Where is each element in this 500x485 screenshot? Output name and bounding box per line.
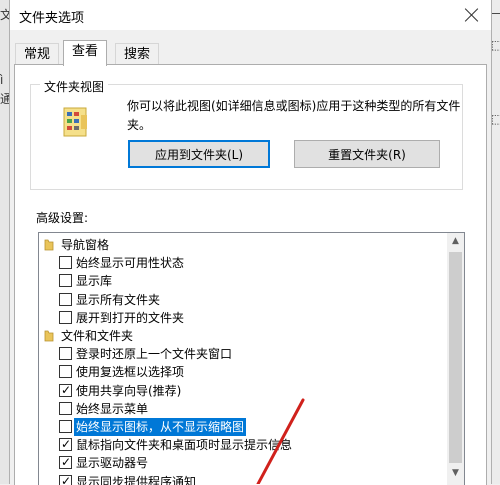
list-item-label[interactable]: 登录时还原上一个文件夹窗口: [74, 345, 234, 363]
list-category-label: 导航窗格: [61, 238, 110, 252]
close-icon[interactable]: [459, 2, 485, 28]
list-item[interactable]: 鼠标指向文件夹和桌面项时显示提示信息: [39, 435, 444, 454]
list-item[interactable]: 显示驱动器号: [39, 453, 444, 472]
list-item-label[interactable]: 始终显示图标，从不显示缩略图: [72, 417, 248, 437]
advanced-settings-label: 高级设置:: [36, 211, 89, 225]
checkbox[interactable]: [59, 453, 72, 471]
list-item-label[interactable]: 显示库: [74, 272, 114, 290]
apply-to-folders-button[interactable]: 应用到文件夹(L): [128, 140, 270, 168]
list-category-label: 文件和文件夹: [61, 329, 134, 343]
bg-char: —: [491, 6, 500, 20]
checkbox[interactable]: [59, 310, 72, 324]
advanced-settings-list[interactable]: 导航窗格始终显示可用性状态 显示库 显示所有文件夹 展开到打开的文件夹文件和文件夹登录…: [38, 232, 465, 485]
reset-folders-button[interactable]: 重置文件夹(R): [294, 140, 440, 168]
background-window-left: 文 ì 通: [0, 0, 12, 484]
scroll-up-icon[interactable]: ▲: [447, 233, 464, 250]
checkbox[interactable]: [59, 401, 72, 415]
list-item[interactable]: 始终显示图标，从不显示缩略图: [39, 417, 444, 437]
scroll-thumb[interactable]: [449, 252, 462, 463]
bg-char: ì: [0, 73, 4, 87]
list-item[interactable]: 登录时还原上一个文件夹窗口: [39, 345, 444, 363]
checkbox[interactable]: [59, 256, 72, 270]
checkbox[interactable]: [59, 274, 72, 288]
bg-char: ⬚: [491, 112, 500, 126]
scroll-down-icon[interactable]: ▼: [447, 465, 464, 482]
folder-view-description: 你可以将此视图(如详细信息或图标)应用于这种类型的所有文件夹。: [127, 99, 461, 132]
list-item[interactable]: 展开到打开的文件夹: [39, 309, 444, 327]
list-item-label[interactable]: 使用共享向导(推荐): [74, 382, 183, 400]
list-category: 文件和文件夹: [39, 327, 444, 345]
list-item-label[interactable]: 鼠标指向文件夹和桌面项时显示提示信息: [74, 436, 294, 454]
checkbox[interactable]: [59, 347, 72, 361]
list-item[interactable]: 显示库: [39, 272, 444, 290]
list-item-label[interactable]: 展开到打开的文件夹: [74, 309, 186, 327]
list-item-label[interactable]: 始终显示菜单: [74, 400, 150, 418]
list-category: 导航窗格: [39, 236, 444, 254]
checkbox[interactable]: [59, 435, 72, 453]
tab-view[interactable]: 查看: [63, 40, 108, 66]
checkbox[interactable]: [59, 420, 72, 433]
folder-icon: [44, 238, 54, 251]
checkbox[interactable]: [59, 365, 72, 379]
list-item-label[interactable]: 显示同步提供程序通知: [74, 473, 198, 485]
list-item[interactable]: 使用复选框以选择项: [39, 363, 444, 381]
tab-search[interactable]: 搜索: [115, 43, 160, 66]
list-item[interactable]: 显示所有文件夹: [39, 291, 444, 309]
list-item-label[interactable]: 始终显示可用性状态: [74, 254, 186, 272]
bg-char: ⬚: [491, 38, 500, 52]
checkbox[interactable]: [59, 292, 72, 306]
title-bar[interactable]: 文件夹选项: [10, 0, 491, 30]
vertical-scrollbar[interactable]: ▲ ▼: [447, 233, 464, 485]
checkbox[interactable]: [59, 472, 72, 485]
list-item[interactable]: 使用共享向导(推荐): [39, 381, 444, 400]
folder-icon: [44, 329, 54, 342]
list-item-label[interactable]: 显示所有文件夹: [74, 291, 162, 309]
folder-view-icon: [63, 107, 87, 137]
list-item[interactable]: 始终显示可用性状态: [39, 254, 444, 272]
folder-view-group-title: 文件夹视图: [40, 78, 109, 95]
list-item[interactable]: 始终显示菜单: [39, 400, 444, 418]
dialog-title: 文件夹选项: [19, 11, 85, 26]
checkbox[interactable]: [59, 381, 72, 399]
tab-general[interactable]: 常规: [15, 43, 60, 66]
list-item-label[interactable]: 使用复选框以选择项: [74, 363, 186, 381]
list-item-label[interactable]: 显示驱动器号: [74, 454, 150, 472]
list-item[interactable]: 显示同步提供程序通知: [39, 472, 444, 485]
